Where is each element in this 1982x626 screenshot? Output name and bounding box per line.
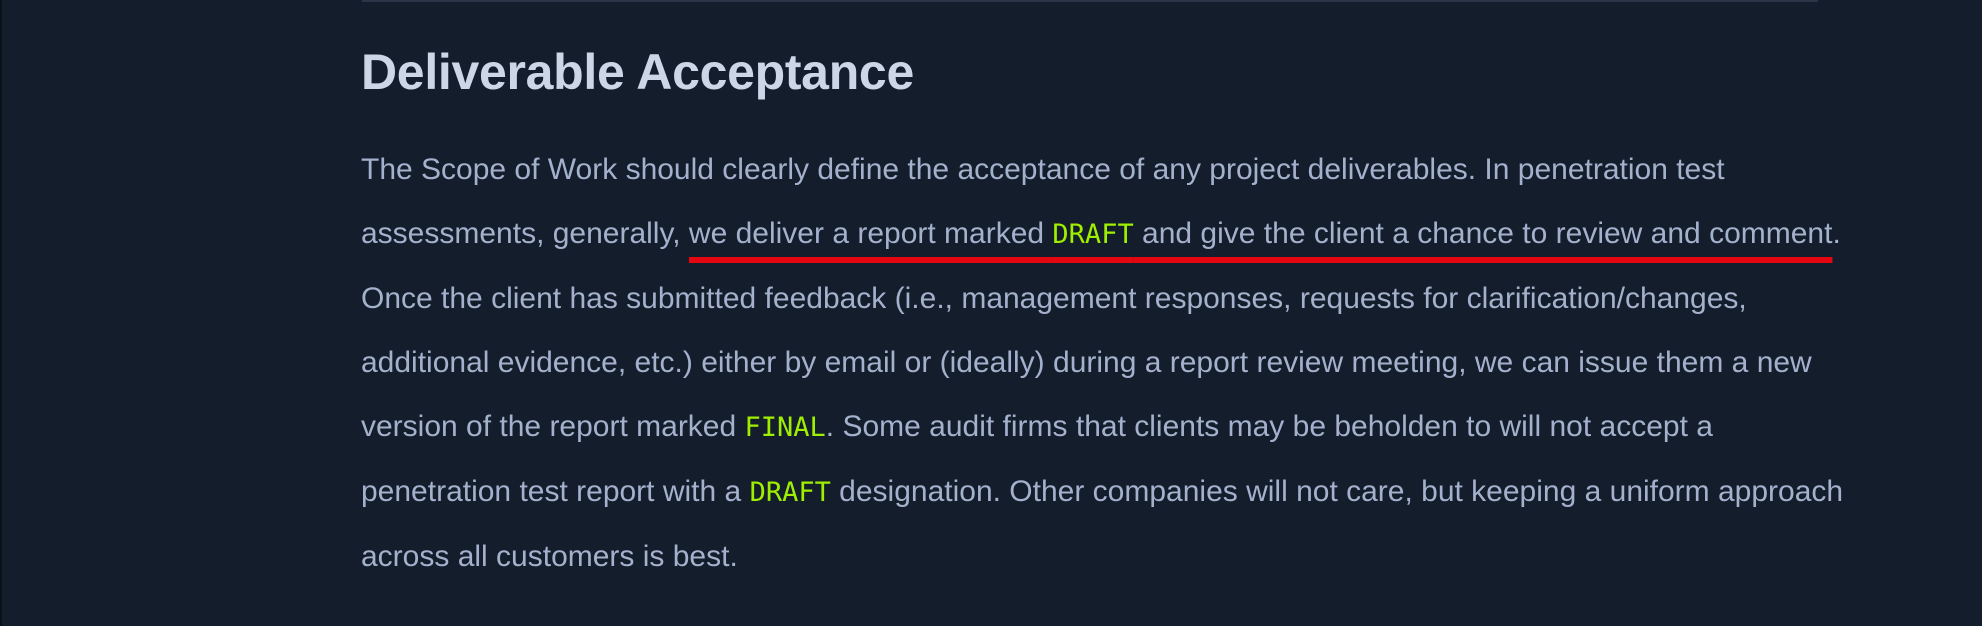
body-paragraph: The Scope of Work should clearly define … [361, 138, 1861, 589]
final-code-term: FINAL [744, 412, 826, 443]
draft-designation-code-term: DRAFT [749, 477, 831, 508]
highlight-text-part-1: we deliver a report marked [688, 217, 1053, 250]
top-divider [362, 0, 1818, 2]
window-left-border [0, 0, 2, 626]
annotation-underline-highlight: we deliver a report marked DRAFT and giv… [689, 217, 1833, 250]
section-heading: Deliverable Acceptance [361, 44, 914, 100]
content-section: Deliverable Acceptance The Scope of Work… [361, 40, 1861, 589]
draft-code-term: DRAFT [1052, 219, 1134, 250]
highlight-text-part-2: and give the client a chance to review a… [1133, 217, 1833, 250]
